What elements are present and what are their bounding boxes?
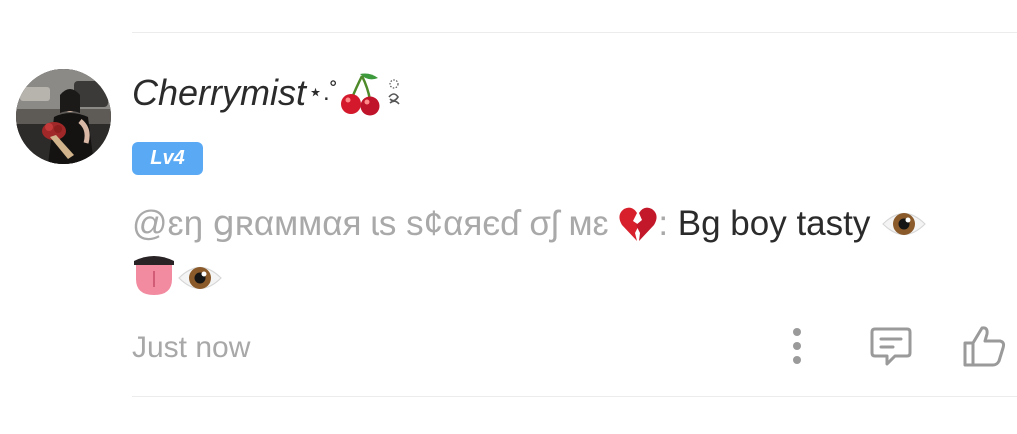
comment-text: @ɛŋ ցʀαммαя ɩs s¢αяєɗ σʃ мɛ : Bg boy tas… — [132, 197, 1002, 305]
username[interactable]: Cherrymist — [132, 70, 306, 116]
swirl-icon — [388, 79, 400, 105]
thumbs-up-icon — [963, 326, 1006, 367]
eye-icon — [178, 266, 222, 290]
comment-body: Bg boy tasty — [668, 204, 871, 243]
comment-timestamp: Just now — [132, 331, 251, 364]
mention-text[interactable]: @ɛŋ ցʀαммαя ɩs s¢αяєɗ σʃ мɛ — [132, 204, 609, 243]
more-options-button[interactable] — [772, 322, 822, 370]
username-decoration: ⋆.˚ — [308, 79, 338, 106]
comment-reply-icon — [870, 327, 912, 366]
avatar-photo — [16, 69, 111, 164]
eye-icon — [882, 212, 926, 236]
tongue-icon — [134, 256, 174, 295]
user-avatar[interactable] — [16, 69, 111, 164]
reply-button[interactable] — [866, 322, 916, 370]
broken-heart-icon — [619, 207, 657, 241]
top-divider — [132, 32, 1017, 33]
level-badge: Lv4 — [132, 142, 203, 175]
like-button[interactable] — [960, 322, 1010, 370]
username-row: Cherrymist ⋆.˚ — [132, 70, 404, 116]
mention-suffix: : — [658, 204, 669, 243]
cherry-icon — [340, 73, 380, 116]
more-vertical-icon — [793, 328, 801, 364]
bottom-divider — [132, 396, 1017, 397]
